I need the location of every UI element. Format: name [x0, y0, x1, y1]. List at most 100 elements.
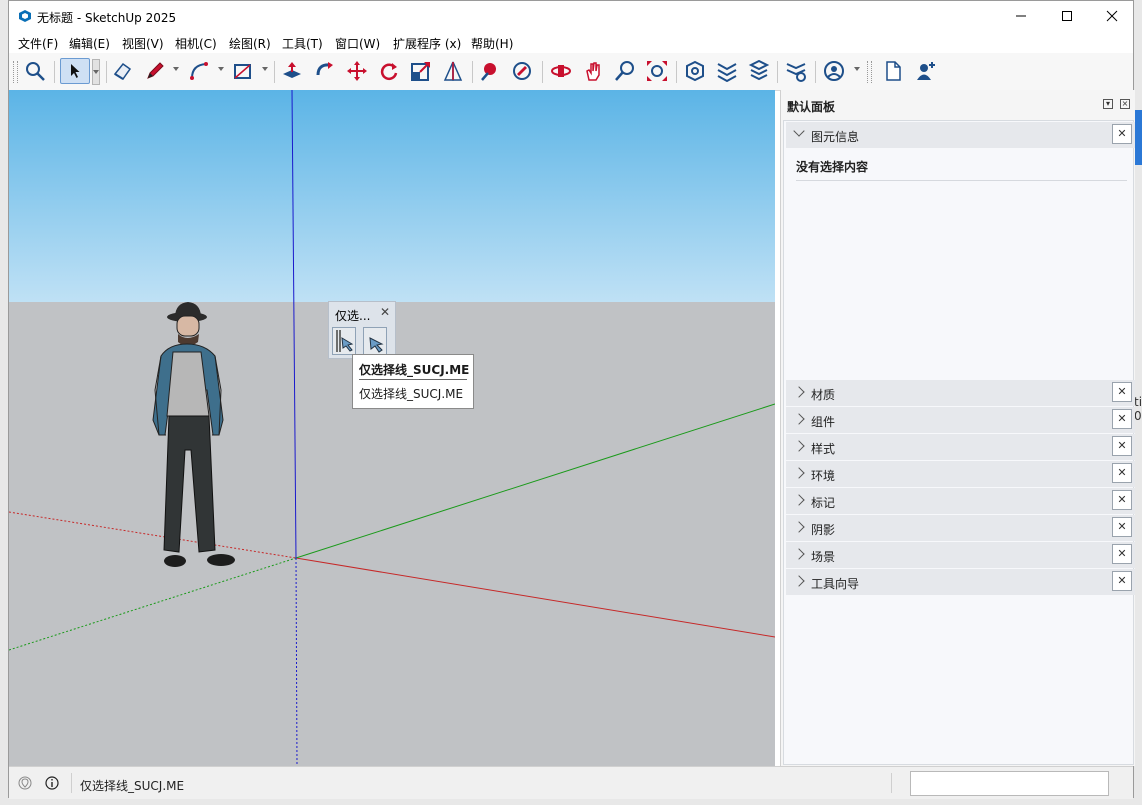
eraser-button[interactable]	[110, 58, 136, 84]
rotate-button[interactable]	[376, 58, 402, 84]
chevron-down-icon[interactable]	[262, 67, 268, 71]
green-axis	[295, 403, 775, 559]
orbit-camera-button[interactable]	[548, 58, 574, 84]
rectangle-icon	[234, 64, 251, 79]
layout-button[interactable]	[746, 58, 772, 84]
pencil-button[interactable]	[142, 58, 168, 84]
title-bar[interactable]: 无标题 - SketchUp 2025	[9, 1, 1133, 31]
section-instructor[interactable]: 工具向导 ✕	[786, 569, 1135, 595]
menu-extensions[interactable]: 扩展程序 (x)	[393, 35, 461, 52]
chevron-right-icon	[793, 413, 805, 425]
pan-button[interactable]	[580, 58, 606, 84]
search-button[interactable]	[22, 58, 48, 84]
section-label: 工具向导	[811, 577, 860, 591]
section-close-button[interactable]: ✕	[1112, 544, 1132, 564]
section-close-button[interactable]: ✕	[1112, 409, 1132, 429]
warehouse-button[interactable]	[682, 58, 708, 84]
orbit-icon	[513, 62, 531, 80]
zoom-icon	[615, 61, 634, 81]
select-edges-only-button[interactable]	[332, 327, 356, 355]
menu-edit[interactable]: 编辑(E)	[69, 35, 110, 52]
menu-file[interactable]: 文件(F)	[18, 35, 58, 52]
floating-toolbar[interactable]: 仅选... ✕	[328, 301, 396, 359]
pan-icon	[586, 62, 600, 81]
chevron-right-icon	[793, 548, 805, 560]
follow-me-button[interactable]	[312, 58, 338, 84]
paint-bucket-button[interactable]	[477, 58, 503, 84]
minimize-button[interactable]	[998, 1, 1044, 31]
sketchup-logo-icon	[19, 10, 31, 22]
tray-close-icon[interactable]: ×	[1120, 99, 1130, 109]
section-entity-info[interactable]: 图元信息 ✕	[786, 122, 1135, 148]
section-close-button[interactable]: ✕	[1112, 436, 1132, 456]
zoom-button[interactable]	[612, 58, 638, 84]
toolbar-grip[interactable]	[13, 61, 18, 83]
scale-button[interactable]	[408, 58, 434, 84]
pin-icon[interactable]: ▾	[1103, 99, 1113, 109]
section-shadows[interactable]: 阴影 ✕	[786, 515, 1135, 541]
floating-toolbar-close-button[interactable]: ✕	[380, 305, 390, 319]
orbit-button[interactable]	[509, 58, 535, 84]
section-styles[interactable]: 样式 ✕	[786, 434, 1135, 460]
push-pull-icon	[283, 62, 301, 78]
info-icon[interactable]	[45, 776, 59, 790]
section-label: 材质	[811, 388, 836, 402]
section-environment[interactable]: 环境 ✕	[786, 461, 1135, 487]
move-button[interactable]	[344, 58, 370, 84]
zoom-extents-button[interactable]	[644, 58, 670, 84]
extension-manager-icon	[786, 63, 806, 82]
section-components[interactable]: 组件 ✕	[786, 407, 1135, 433]
eraser-icon	[113, 62, 132, 81]
section-close-button[interactable]: ✕	[1112, 490, 1132, 510]
push-pull-button[interactable]	[279, 58, 305, 84]
arc-button[interactable]	[186, 58, 212, 84]
move-icon	[347, 61, 367, 81]
add-user-button[interactable]	[913, 58, 939, 84]
extension-warehouse-button[interactable]	[714, 58, 740, 84]
menu-window[interactable]: 窗口(W)	[335, 35, 380, 52]
warehouse-icon	[686, 60, 704, 82]
status-text: 仅选择线_SUCJ.ME	[80, 779, 185, 793]
section-label: 图元信息	[811, 130, 860, 144]
section-close-button[interactable]: ✕	[1112, 517, 1132, 537]
section-close-button[interactable]: ✕	[1112, 463, 1132, 483]
menu-draw[interactable]: 绘图(R)	[229, 35, 271, 52]
account-button[interactable]	[821, 58, 847, 84]
paint-bucket-icon	[481, 63, 496, 81]
menu-camera[interactable]: 相机(C)	[175, 35, 217, 52]
section-close-button[interactable]: ✕	[1112, 124, 1132, 144]
chevron-down-icon[interactable]	[218, 67, 224, 71]
geo-location-icon[interactable]	[18, 776, 32, 790]
section-tags[interactable]: 标记 ✕	[786, 488, 1135, 514]
menu-help[interactable]: 帮助(H)	[471, 35, 513, 52]
menu-tools[interactable]: 工具(T)	[282, 35, 323, 52]
menu-view[interactable]: 视图(V)	[122, 35, 164, 52]
measurements-box[interactable]	[910, 771, 1109, 796]
model-viewport[interactable]: 仅选... ✕ 仅选择线_SUCJ.ME 仅选择线_SUCJ.ME	[9, 90, 775, 766]
new-file-button[interactable]	[880, 58, 906, 84]
floating-toolbar-title: 仅选...	[335, 309, 371, 323]
maximize-button[interactable]	[1044, 1, 1090, 31]
status-bar: 仅选择线_SUCJ.ME	[9, 766, 1133, 799]
close-button[interactable]	[1089, 1, 1135, 31]
tooltip-divider	[359, 379, 467, 380]
chevron-down-icon	[93, 70, 99, 74]
section-scenes[interactable]: 场景 ✕	[786, 542, 1135, 568]
rectangle-button[interactable]	[230, 58, 256, 84]
chevron-down-icon[interactable]	[173, 67, 179, 71]
section-close-button[interactable]: ✕	[1112, 382, 1132, 402]
toolbar-grip[interactable]	[867, 61, 872, 83]
section-close-button[interactable]: ✕	[1112, 571, 1132, 591]
section-label: 样式	[811, 442, 836, 456]
follow-me-icon	[316, 62, 333, 76]
extension-manager-button[interactable]	[783, 58, 809, 84]
section-materials[interactable]: 材质 ✕	[786, 380, 1135, 406]
tape-measure-button[interactable]	[440, 58, 466, 84]
select-faces-only-button[interactable]	[363, 327, 387, 355]
tray-header[interactable]: 默认面板 ▾ ×	[781, 90, 1135, 118]
select-dropdown[interactable]	[92, 59, 100, 85]
add-user-icon	[917, 62, 935, 80]
account-icon	[824, 61, 844, 81]
select-button[interactable]	[60, 58, 90, 84]
chevron-down-icon[interactable]	[854, 67, 860, 71]
